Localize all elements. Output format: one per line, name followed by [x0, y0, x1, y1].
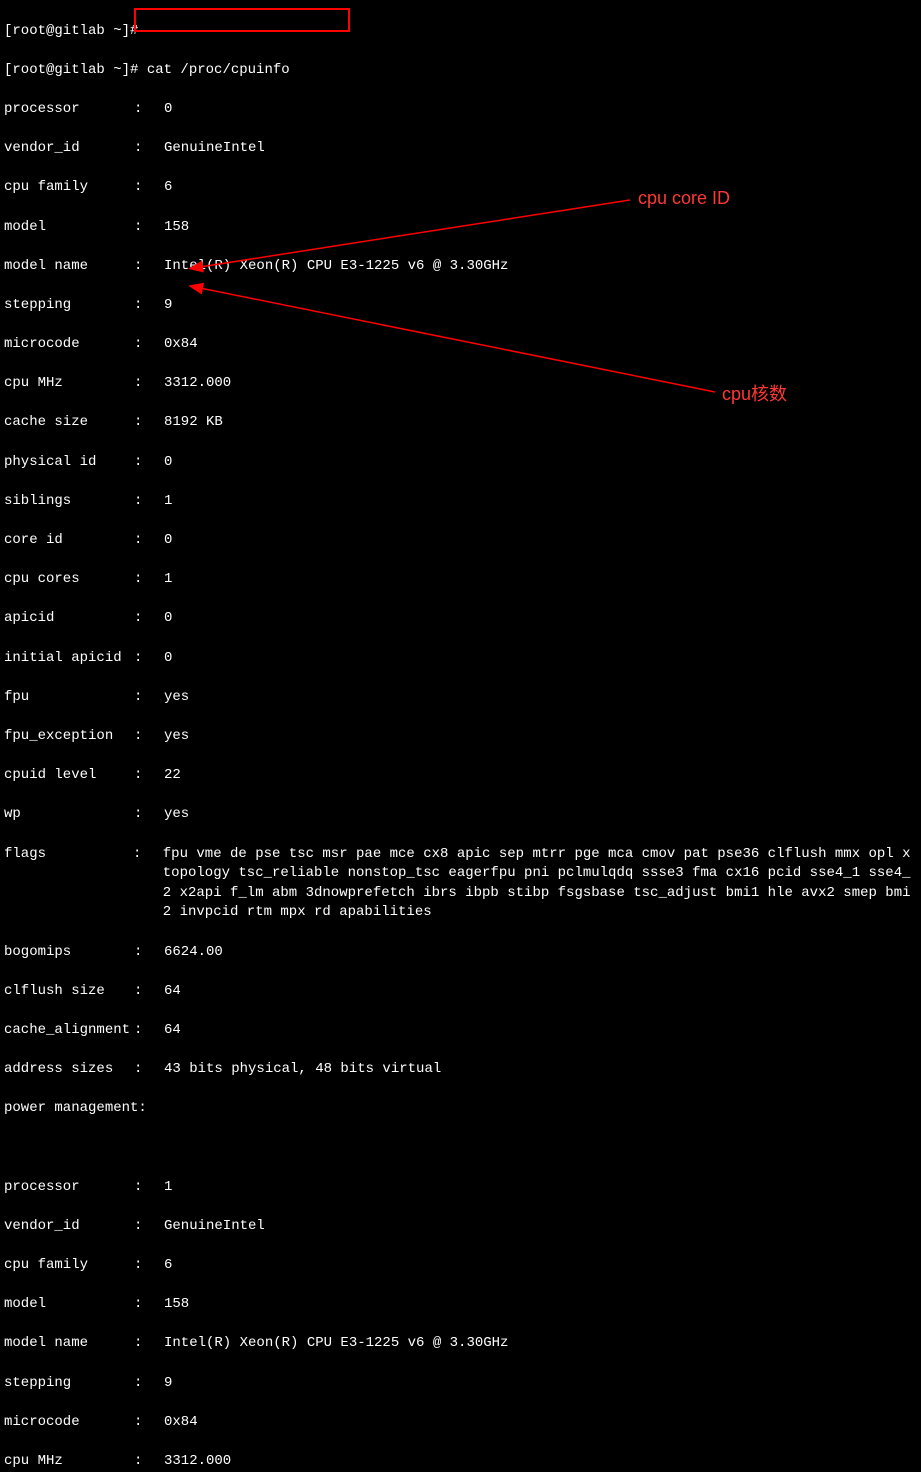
row-stepping: stepping: 9 [4, 296, 917, 316]
row-bogomips: bogomips: 6624.00 [4, 943, 917, 963]
row-wp: wp: yes [4, 805, 917, 825]
terminal-output: [root@gitlab ~]# [root@gitlab ~]# cat /p… [0, 0, 921, 1472]
row-cpu-mhz: cpu MHz: 3312.000 [4, 374, 917, 394]
command-text: cat /proc/cpuinfo [147, 62, 290, 78]
row-apicid: apicid: 0 [4, 609, 917, 629]
prompt-prev-line: [root@gitlab ~]# [4, 22, 917, 42]
row-vendor-id-1: vendor_id: GenuineIntel [4, 1217, 917, 1237]
row-flags: flags: fpu vme de pse tsc msr pae mce cx… [4, 845, 917, 923]
row-model-name: model name: Intel(R) Xeon(R) CPU E3-1225… [4, 257, 917, 277]
row-cpu-cores: cpu cores: 1 [4, 570, 917, 590]
row-cache-alignment: cache_alignment: 64 [4, 1021, 917, 1041]
row-cpuid-level: cpuid level: 22 [4, 766, 917, 786]
shell-prompt: [root@gitlab ~]# [4, 62, 147, 78]
row-stepping-1: stepping: 9 [4, 1374, 917, 1394]
row-model: model: 158 [4, 218, 917, 238]
row-cache-size: cache size: 8192 KB [4, 413, 917, 433]
row-power-management: power management: [4, 1099, 917, 1119]
row-siblings: siblings: 1 [4, 492, 917, 512]
row-model-1: model: 158 [4, 1295, 917, 1315]
row-model-name-1: model name: Intel(R) Xeon(R) CPU E3-1225… [4, 1334, 917, 1354]
row-processor-1: processor: 1 [4, 1178, 917, 1198]
row-core-id: core id: 0 [4, 531, 917, 551]
row-vendor-id: vendor_id: GenuineIntel [4, 139, 917, 159]
row-address-sizes: address sizes: 43 bits physical, 48 bits… [4, 1060, 917, 1080]
row-clflush-size: clflush size: 64 [4, 982, 917, 1002]
row-cpu-family-1: cpu family: 6 [4, 1256, 917, 1276]
prompt-line[interactable]: [root@gitlab ~]# cat /proc/cpuinfo [4, 61, 917, 81]
row-initial-apicid: initial apicid: 0 [4, 649, 917, 669]
watermark-text: https://blog.csdn.net/qq_41911582 [710, 1469, 909, 1472]
row-physical-id: physical id: 0 [4, 453, 917, 473]
row-fpu-exception: fpu_exception: yes [4, 727, 917, 747]
row-microcode: microcode: 0x84 [4, 335, 917, 355]
row-cpu-family: cpu family: 6 [4, 178, 917, 198]
row-microcode-1: microcode: 0x84 [4, 1413, 917, 1433]
blank-line [4, 1138, 917, 1158]
row-processor: processor: 0 [4, 100, 917, 120]
row-fpu: fpu: yes [4, 688, 917, 708]
